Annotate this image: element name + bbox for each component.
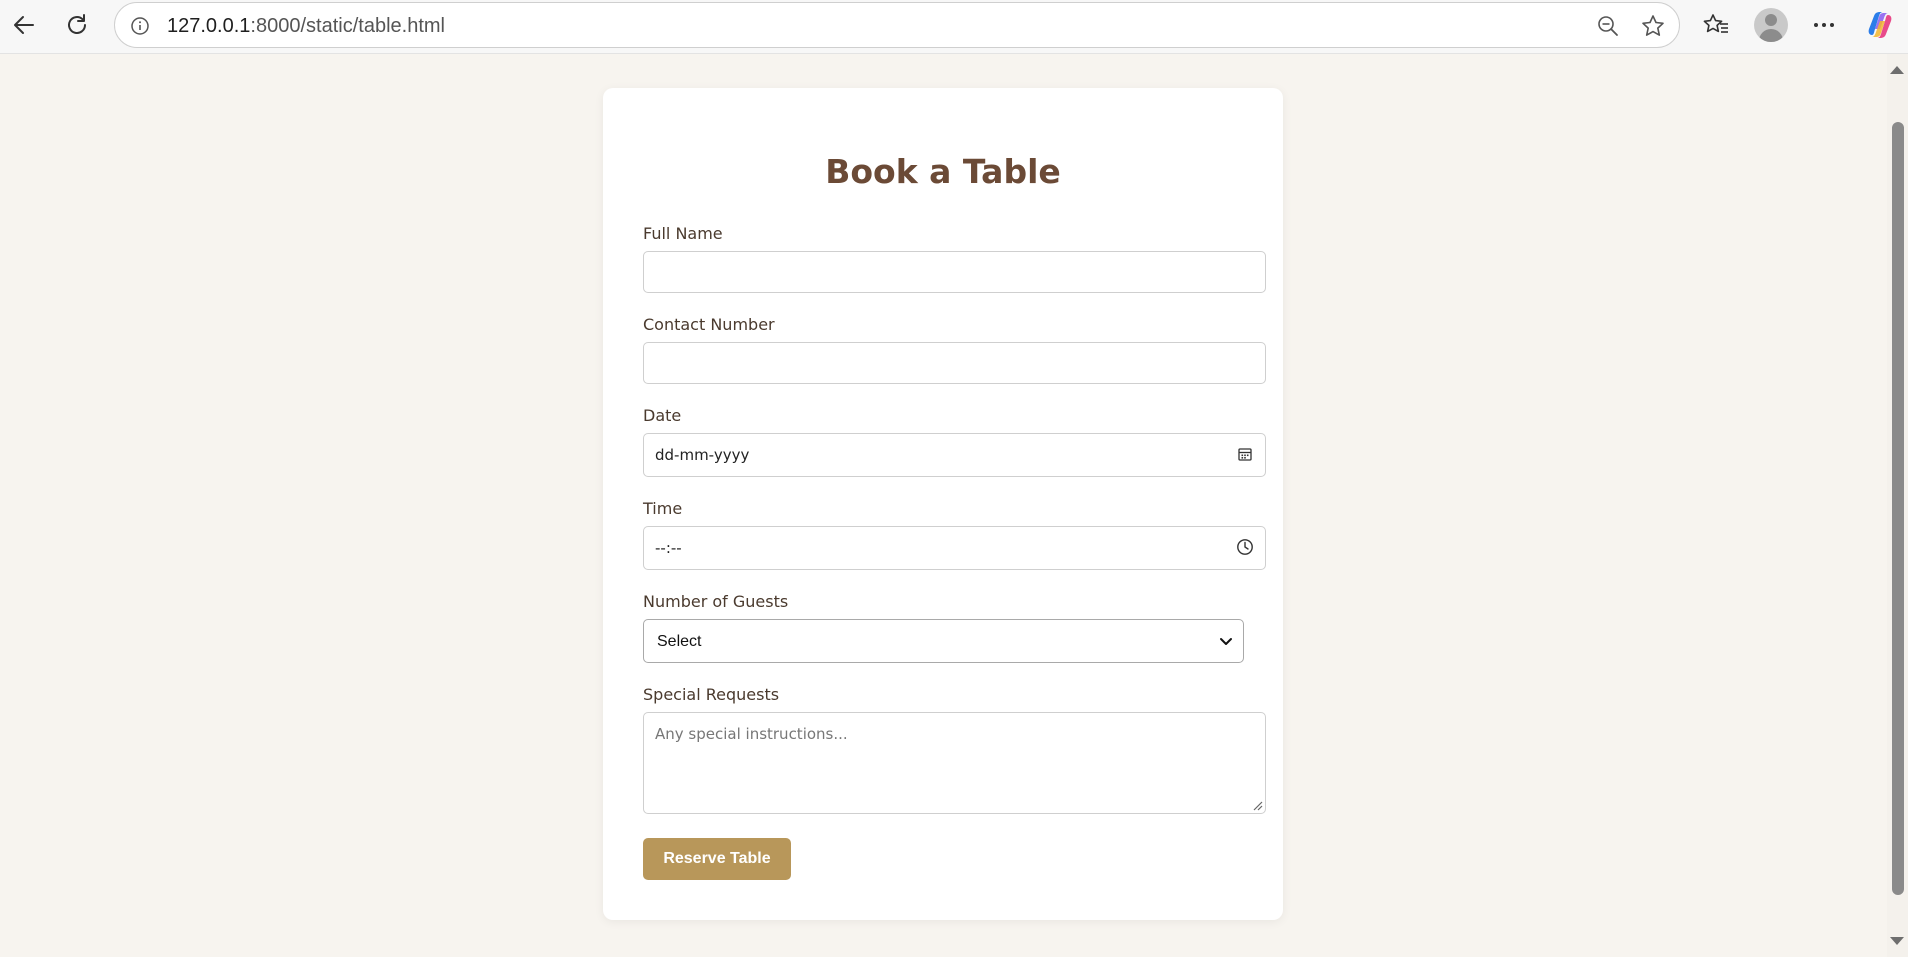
full-name-label: Full Name bbox=[643, 224, 723, 243]
refresh-icon[interactable] bbox=[59, 7, 95, 43]
reserve-table-button[interactable]: Reserve Table bbox=[643, 838, 791, 880]
clock-icon[interactable] bbox=[1235, 537, 1255, 557]
url-host: 127.0.0.1 bbox=[167, 15, 251, 37]
contact-number-input[interactable] bbox=[643, 342, 1266, 384]
url-path: :8000/static/table.html bbox=[250, 15, 445, 37]
booking-card: Book a Table Full Name Contact Number Da… bbox=[603, 88, 1283, 920]
special-requests-textarea[interactable]: Any special instructions... bbox=[643, 712, 1266, 814]
favorites-icon[interactable] bbox=[1698, 7, 1734, 43]
more-options-icon[interactable] bbox=[1806, 7, 1842, 43]
resize-grip-icon[interactable] bbox=[1251, 799, 1263, 811]
back-icon[interactable] bbox=[6, 7, 42, 43]
guests-select[interactable]: Select bbox=[643, 619, 1244, 663]
scrollbar-thumb[interactable] bbox=[1892, 122, 1904, 895]
contact-number-label: Contact Number bbox=[643, 315, 775, 334]
date-placeholder: dd-mm-yyyy bbox=[655, 446, 750, 464]
special-requests-placeholder: Any special instructions... bbox=[655, 725, 848, 743]
favorite-star-icon[interactable] bbox=[1639, 12, 1667, 40]
profile-avatar[interactable] bbox=[1754, 8, 1788, 42]
full-name-input[interactable] bbox=[643, 251, 1266, 293]
time-input[interactable]: --:-- bbox=[643, 526, 1266, 570]
time-label: Time bbox=[643, 499, 683, 518]
scroll-up-arrow-icon[interactable] bbox=[1890, 66, 1904, 74]
time-placeholder: --:-- bbox=[655, 539, 682, 557]
date-label: Date bbox=[643, 406, 682, 425]
page-title: Book a Table bbox=[825, 152, 1061, 191]
url-text[interactable]: 127.0.0.1:8000/static/table.html bbox=[167, 15, 445, 38]
special-requests-label: Special Requests bbox=[643, 685, 780, 704]
browser-toolbar: 127.0.0.1:8000/static/table.html bbox=[0, 0, 1908, 54]
address-bar[interactable]: 127.0.0.1:8000/static/table.html bbox=[114, 2, 1680, 48]
site-info-icon[interactable] bbox=[129, 15, 151, 37]
date-input[interactable]: dd-mm-yyyy bbox=[643, 433, 1266, 477]
chevron-down-icon bbox=[1217, 632, 1235, 650]
guests-label: Number of Guests bbox=[643, 592, 789, 611]
calendar-icon[interactable] bbox=[1235, 444, 1255, 464]
guests-selected-value: Select bbox=[657, 633, 702, 650]
zoom-out-icon[interactable] bbox=[1595, 13, 1621, 39]
scroll-down-arrow-icon[interactable] bbox=[1890, 937, 1904, 945]
copilot-icon[interactable] bbox=[1862, 7, 1898, 43]
